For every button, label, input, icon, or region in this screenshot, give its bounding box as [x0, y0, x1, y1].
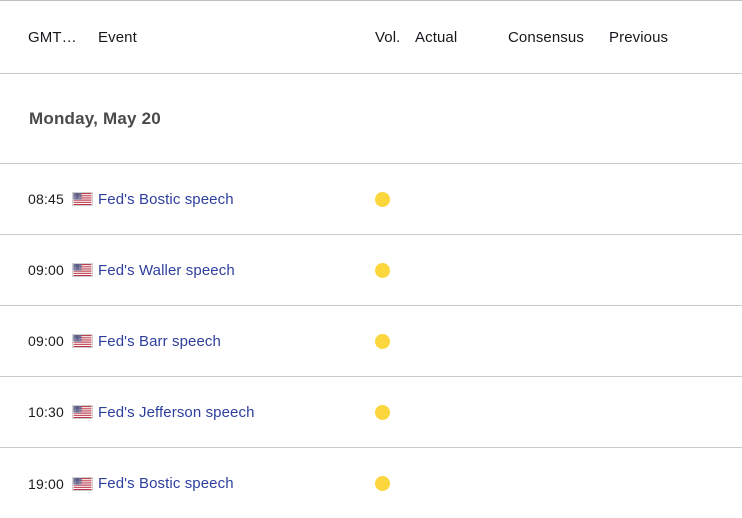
- united-states-flag-icon: [72, 334, 98, 348]
- volatility-dot-icon: [375, 333, 390, 349]
- table-row[interactable]: 19:00 Fed's Bostic speech: [0, 448, 742, 518]
- event-consensus-value: [508, 270, 609, 271]
- volatility-dot-icon: [375, 191, 390, 207]
- economic-calendar-table: GMT… Event Vol. Actual Consensus Previou…: [0, 0, 742, 518]
- event-actual-value: [415, 199, 508, 200]
- date-group-header: Monday, May 20: [0, 74, 742, 164]
- event-name-link[interactable]: Fed's Barr speech: [98, 333, 375, 350]
- volatility-indicator: [375, 476, 415, 491]
- event-consensus-value: [508, 483, 609, 484]
- volatility-indicator: [375, 404, 415, 420]
- event-time: 19:00: [28, 475, 65, 492]
- event-time: 08:45: [28, 191, 65, 207]
- table-row[interactable]: 10:30 Fed's Jefferson speech: [0, 377, 742, 448]
- event-previous-value: [609, 483, 704, 484]
- column-header-time[interactable]: GMT…: [28, 29, 98, 46]
- table-body: 08:45 Fed's Bostic speech 09:00 Fed's Walle…: [0, 164, 742, 518]
- event-name-link[interactable]: Fed's Waller speech: [98, 262, 375, 279]
- column-header-consensus[interactable]: Consensus: [508, 29, 609, 46]
- united-states-flag-icon: [72, 263, 98, 277]
- volatility-dot-icon: [375, 476, 390, 491]
- volatility-indicator: [375, 333, 415, 349]
- volatility-dot-icon: [375, 262, 390, 278]
- event-previous-value: [609, 341, 704, 342]
- column-header-volatility[interactable]: Vol.: [375, 29, 415, 46]
- event-previous-value: [609, 412, 704, 413]
- event-consensus-value: [508, 199, 609, 200]
- table-row[interactable]: 09:00 Fed's Barr speech: [0, 306, 742, 377]
- event-actual-value: [415, 412, 508, 413]
- united-states-flag-icon: [72, 405, 98, 419]
- event-time: 09:00: [28, 262, 65, 278]
- united-states-flag-icon: [72, 476, 98, 491]
- volatility-dot-icon: [375, 404, 390, 420]
- volatility-indicator: [375, 262, 415, 278]
- event-previous-value: [609, 199, 704, 200]
- table-header-row: GMT… Event Vol. Actual Consensus Previou…: [0, 1, 742, 74]
- column-header-previous[interactable]: Previous: [609, 29, 704, 46]
- event-name-link[interactable]: Fed's Jefferson speech: [98, 404, 375, 421]
- event-actual-value: [415, 483, 508, 484]
- table-row[interactable]: 08:45 Fed's Bostic speech: [0, 164, 742, 235]
- event-actual-value: [415, 341, 508, 342]
- table-row[interactable]: 09:00 Fed's Waller speech: [0, 235, 742, 306]
- volatility-indicator: [375, 191, 415, 207]
- event-consensus-value: [508, 412, 609, 413]
- event-time: 09:00: [28, 333, 65, 349]
- event-previous-value: [609, 270, 704, 271]
- event-time: 10:30: [28, 404, 65, 420]
- event-actual-value: [415, 270, 508, 271]
- united-states-flag-icon: [72, 192, 98, 206]
- event-name-link[interactable]: Fed's Bostic speech: [98, 475, 375, 492]
- event-name-link[interactable]: Fed's Bostic speech: [98, 191, 375, 208]
- column-header-event[interactable]: Event: [98, 29, 375, 46]
- event-consensus-value: [508, 341, 609, 342]
- date-group-label: Monday, May 20: [29, 108, 161, 128]
- column-header-actual[interactable]: Actual: [415, 29, 508, 46]
